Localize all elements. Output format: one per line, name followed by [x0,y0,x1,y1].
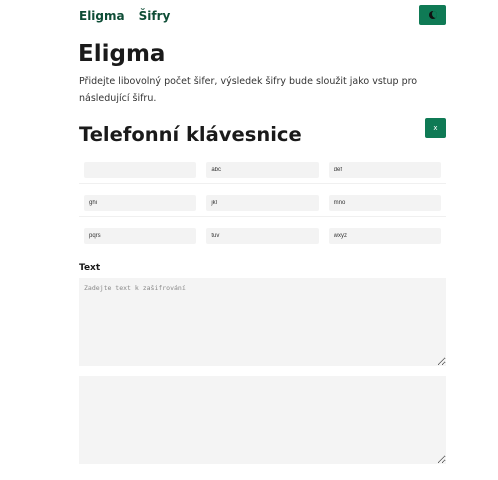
nav-link-eligma[interactable]: Eligma [79,9,125,23]
key-6-input[interactable] [328,195,441,211]
text-input-label: Text [79,263,101,273]
key-2-input[interactable] [206,162,319,178]
key-7-input[interactable] [84,228,197,244]
output-textarea[interactable] [79,376,446,464]
key-5-input[interactable] [206,195,319,211]
top-nav: Eligma Šifry [79,8,446,24]
phone-keypad [79,151,446,249]
keypad-row [79,151,446,184]
key-1-input[interactable] [84,162,197,178]
moon-icon [428,11,437,19]
page-intro: Přidejte libovolný počet šifer, výsledek… [79,76,418,104]
theme-toggle-button[interactable] [419,5,446,25]
key-8-input[interactable] [206,228,319,244]
key-3-input[interactable] [328,162,441,178]
cipher-title: Telefonní klávesnice [79,123,302,146]
key-4-input[interactable] [84,195,197,211]
page-title: Eligma [78,41,166,67]
keypad-row [79,184,446,217]
key-9-input[interactable] [328,228,441,244]
remove-cipher-button[interactable]: x [425,118,446,138]
text-input-textarea[interactable] [79,278,446,366]
nav-link-sifry[interactable]: Šifry [139,9,171,23]
keypad-row [79,217,446,249]
